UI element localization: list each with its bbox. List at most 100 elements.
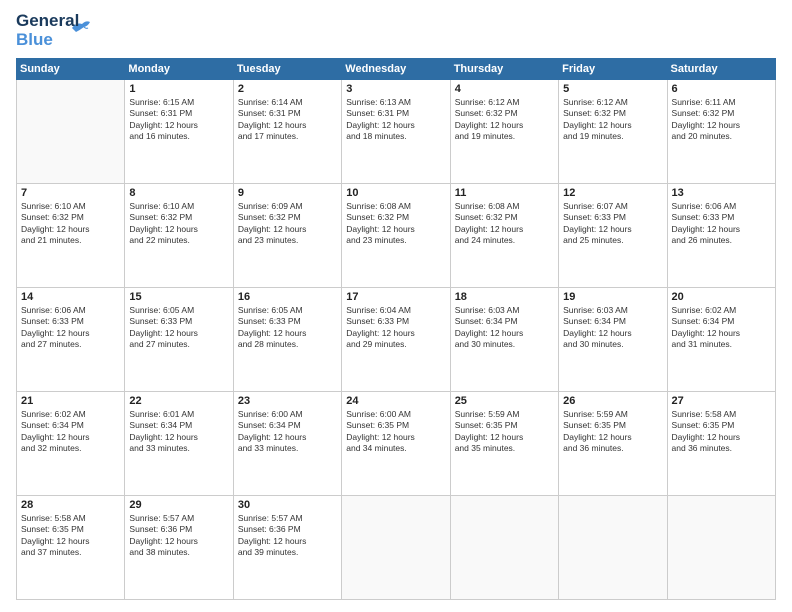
calendar-cell: 18 Sunrise: 6:03 AM Sunset: 6:34 PM Dayli… bbox=[450, 288, 558, 392]
calendar-cell: 4 Sunrise: 6:12 AM Sunset: 6:32 PM Daylig… bbox=[450, 80, 558, 184]
cell-info: Sunrise: 5:59 AM Sunset: 6:35 PM Dayligh… bbox=[563, 409, 662, 455]
cell-info: Sunrise: 6:05 AM Sunset: 6:33 PM Dayligh… bbox=[238, 305, 337, 351]
cell-day-number: 25 bbox=[455, 395, 554, 407]
cell-day-number: 1 bbox=[129, 83, 228, 95]
calendar-cell bbox=[17, 80, 125, 184]
cell-day-number: 15 bbox=[129, 291, 228, 303]
day-header-monday: Monday bbox=[125, 59, 233, 80]
calendar-cell bbox=[342, 496, 450, 600]
day-header-tuesday: Tuesday bbox=[233, 59, 341, 80]
cell-info: Sunrise: 6:14 AM Sunset: 6:31 PM Dayligh… bbox=[238, 97, 337, 143]
calendar-cell: 7 Sunrise: 6:10 AM Sunset: 6:32 PM Daylig… bbox=[17, 184, 125, 288]
cell-day-number: 12 bbox=[563, 187, 662, 199]
cell-info: Sunrise: 6:08 AM Sunset: 6:32 PM Dayligh… bbox=[455, 201, 554, 247]
calendar-cell bbox=[559, 496, 667, 600]
cell-day-number: 18 bbox=[455, 291, 554, 303]
cell-info: Sunrise: 6:15 AM Sunset: 6:31 PM Dayligh… bbox=[129, 97, 228, 143]
calendar-cell: 14 Sunrise: 6:06 AM Sunset: 6:33 PM Dayli… bbox=[17, 288, 125, 392]
calendar-cell: 9 Sunrise: 6:09 AM Sunset: 6:32 PM Daylig… bbox=[233, 184, 341, 288]
cell-day-number: 30 bbox=[238, 499, 337, 511]
calendar-cell: 2 Sunrise: 6:14 AM Sunset: 6:31 PM Daylig… bbox=[233, 80, 341, 184]
cell-info: Sunrise: 6:00 AM Sunset: 6:35 PM Dayligh… bbox=[346, 409, 445, 455]
calendar-cell bbox=[667, 496, 775, 600]
day-header-sunday: Sunday bbox=[17, 59, 125, 80]
header: General Blue bbox=[16, 12, 776, 52]
logo-general: General bbox=[16, 12, 68, 31]
cell-day-number: 9 bbox=[238, 187, 337, 199]
calendar-cell: 17 Sunrise: 6:04 AM Sunset: 6:33 PM Dayli… bbox=[342, 288, 450, 392]
cell-info: Sunrise: 6:05 AM Sunset: 6:33 PM Dayligh… bbox=[129, 305, 228, 351]
calendar-cell: 29Sunrise: 5:57 AM Sunset: 6:36 PM Dayli… bbox=[125, 496, 233, 600]
cell-info: Sunrise: 6:11 AM Sunset: 6:32 PM Dayligh… bbox=[672, 97, 771, 143]
calendar-cell: 24 Sunrise: 6:00 AM Sunset: 6:35 PM Dayli… bbox=[342, 392, 450, 496]
calendar-cell: 1 Sunrise: 6:15 AM Sunset: 6:31 PM Daylig… bbox=[125, 80, 233, 184]
calendar-table: SundayMondayTuesdayWednesdayThursdayFrid… bbox=[16, 58, 776, 600]
cell-day-number: 21 bbox=[21, 395, 120, 407]
cell-info: Sunrise: 6:00 AM Sunset: 6:34 PM Dayligh… bbox=[238, 409, 337, 455]
cell-day-number: 23 bbox=[238, 395, 337, 407]
calendar-cell: 10Sunrise: 6:08 AM Sunset: 6:32 PM Dayli… bbox=[342, 184, 450, 288]
calendar-cell: 23 Sunrise: 6:00 AM Sunset: 6:34 PM Dayli… bbox=[233, 392, 341, 496]
calendar-cell: 3 Sunrise: 6:13 AM Sunset: 6:31 PM Daylig… bbox=[342, 80, 450, 184]
cell-day-number: 2 bbox=[238, 83, 337, 95]
calendar-cell: 28 Sunrise: 5:58 AM Sunset: 6:35 PM Dayli… bbox=[17, 496, 125, 600]
calendar-cell: 16 Sunrise: 6:05 AM Sunset: 6:33 PM Dayli… bbox=[233, 288, 341, 392]
day-header-friday: Friday bbox=[559, 59, 667, 80]
cell-info: Sunrise: 5:58 AM Sunset: 6:35 PM Dayligh… bbox=[21, 513, 120, 559]
cell-info: Sunrise: 6:03 AM Sunset: 6:34 PM Dayligh… bbox=[455, 305, 554, 351]
cell-info: Sunrise: 5:58 AM Sunset: 6:35 PM Dayligh… bbox=[672, 409, 771, 455]
cell-info: Sunrise: 6:13 AM Sunset: 6:31 PM Dayligh… bbox=[346, 97, 445, 143]
cell-day-number: 28 bbox=[21, 499, 120, 511]
cell-info: Sunrise: 6:01 AM Sunset: 6:34 PM Dayligh… bbox=[129, 409, 228, 455]
day-header-wednesday: Wednesday bbox=[342, 59, 450, 80]
cell-info: Sunrise: 6:12 AM Sunset: 6:32 PM Dayligh… bbox=[455, 97, 554, 143]
cell-day-number: 13 bbox=[672, 187, 771, 199]
calendar-cell: 20 Sunrise: 6:02 AM Sunset: 6:34 PM Dayli… bbox=[667, 288, 775, 392]
cell-day-number: 11 bbox=[455, 187, 554, 199]
cell-day-number: 4 bbox=[455, 83, 554, 95]
calendar-cell: 26Sunrise: 5:59 AM Sunset: 6:35 PM Dayli… bbox=[559, 392, 667, 496]
logo: General Blue bbox=[16, 12, 92, 52]
cell-info: Sunrise: 6:09 AM Sunset: 6:32 PM Dayligh… bbox=[238, 201, 337, 247]
cell-day-number: 5 bbox=[563, 83, 662, 95]
cell-day-number: 19 bbox=[563, 291, 662, 303]
cell-info: Sunrise: 6:10 AM Sunset: 6:32 PM Dayligh… bbox=[21, 201, 120, 247]
cell-info: Sunrise: 5:57 AM Sunset: 6:36 PM Dayligh… bbox=[238, 513, 337, 559]
logo-blue: Blue bbox=[16, 31, 68, 50]
calendar-cell: 25Sunrise: 5:59 AM Sunset: 6:35 PM Dayli… bbox=[450, 392, 558, 496]
cell-info: Sunrise: 6:12 AM Sunset: 6:32 PM Dayligh… bbox=[563, 97, 662, 143]
cell-info: Sunrise: 6:10 AM Sunset: 6:32 PM Dayligh… bbox=[129, 201, 228, 247]
calendar-cell: 30 Sunrise: 5:57 AM Sunset: 6:36 PM Dayli… bbox=[233, 496, 341, 600]
page: General Blue SundayMondayTuesdayWednesda… bbox=[0, 0, 792, 612]
calendar-cell: 11 Sunrise: 6:08 AM Sunset: 6:32 PM Dayli… bbox=[450, 184, 558, 288]
calendar-cell: 22 Sunrise: 6:01 AM Sunset: 6:34 PM Dayli… bbox=[125, 392, 233, 496]
cell-day-number: 6 bbox=[672, 83, 771, 95]
calendar-cell: 6 Sunrise: 6:11 AM Sunset: 6:32 PM Daylig… bbox=[667, 80, 775, 184]
calendar-cell: 13 Sunrise: 6:06 AM Sunset: 6:33 PM Dayli… bbox=[667, 184, 775, 288]
cell-day-number: 27 bbox=[672, 395, 771, 407]
cell-day-number: 22 bbox=[129, 395, 228, 407]
cell-info: Sunrise: 6:02 AM Sunset: 6:34 PM Dayligh… bbox=[21, 409, 120, 455]
cell-info: Sunrise: 6:06 AM Sunset: 6:33 PM Dayligh… bbox=[21, 305, 120, 351]
calendar-cell: 8 Sunrise: 6:10 AM Sunset: 6:32 PM Daylig… bbox=[125, 184, 233, 288]
day-header-thursday: Thursday bbox=[450, 59, 558, 80]
cell-day-number: 7 bbox=[21, 187, 120, 199]
calendar-cell: 15 Sunrise: 6:05 AM Sunset: 6:33 PM Dayli… bbox=[125, 288, 233, 392]
cell-info: Sunrise: 6:02 AM Sunset: 6:34 PM Dayligh… bbox=[672, 305, 771, 351]
calendar-cell: 19 Sunrise: 6:03 AM Sunset: 6:34 PM Dayli… bbox=[559, 288, 667, 392]
cell-info: Sunrise: 6:03 AM Sunset: 6:34 PM Dayligh… bbox=[563, 305, 662, 351]
cell-day-number: 24 bbox=[346, 395, 445, 407]
cell-day-number: 17 bbox=[346, 291, 445, 303]
cell-day-number: 16 bbox=[238, 291, 337, 303]
cell-info: Sunrise: 6:04 AM Sunset: 6:33 PM Dayligh… bbox=[346, 305, 445, 351]
cell-day-number: 3 bbox=[346, 83, 445, 95]
calendar-cell: 21 Sunrise: 6:02 AM Sunset: 6:34 PM Dayli… bbox=[17, 392, 125, 496]
cell-day-number: 20 bbox=[672, 291, 771, 303]
cell-info: Sunrise: 6:06 AM Sunset: 6:33 PM Dayligh… bbox=[672, 201, 771, 247]
cell-day-number: 8 bbox=[129, 187, 228, 199]
cell-day-number: 14 bbox=[21, 291, 120, 303]
calendar-cell: 12 Sunrise: 6:07 AM Sunset: 6:33 PM Dayli… bbox=[559, 184, 667, 288]
cell-info: Sunrise: 6:07 AM Sunset: 6:33 PM Dayligh… bbox=[563, 201, 662, 247]
cell-day-number: 10 bbox=[346, 187, 445, 199]
calendar-cell: 5 Sunrise: 6:12 AM Sunset: 6:32 PM Daylig… bbox=[559, 80, 667, 184]
